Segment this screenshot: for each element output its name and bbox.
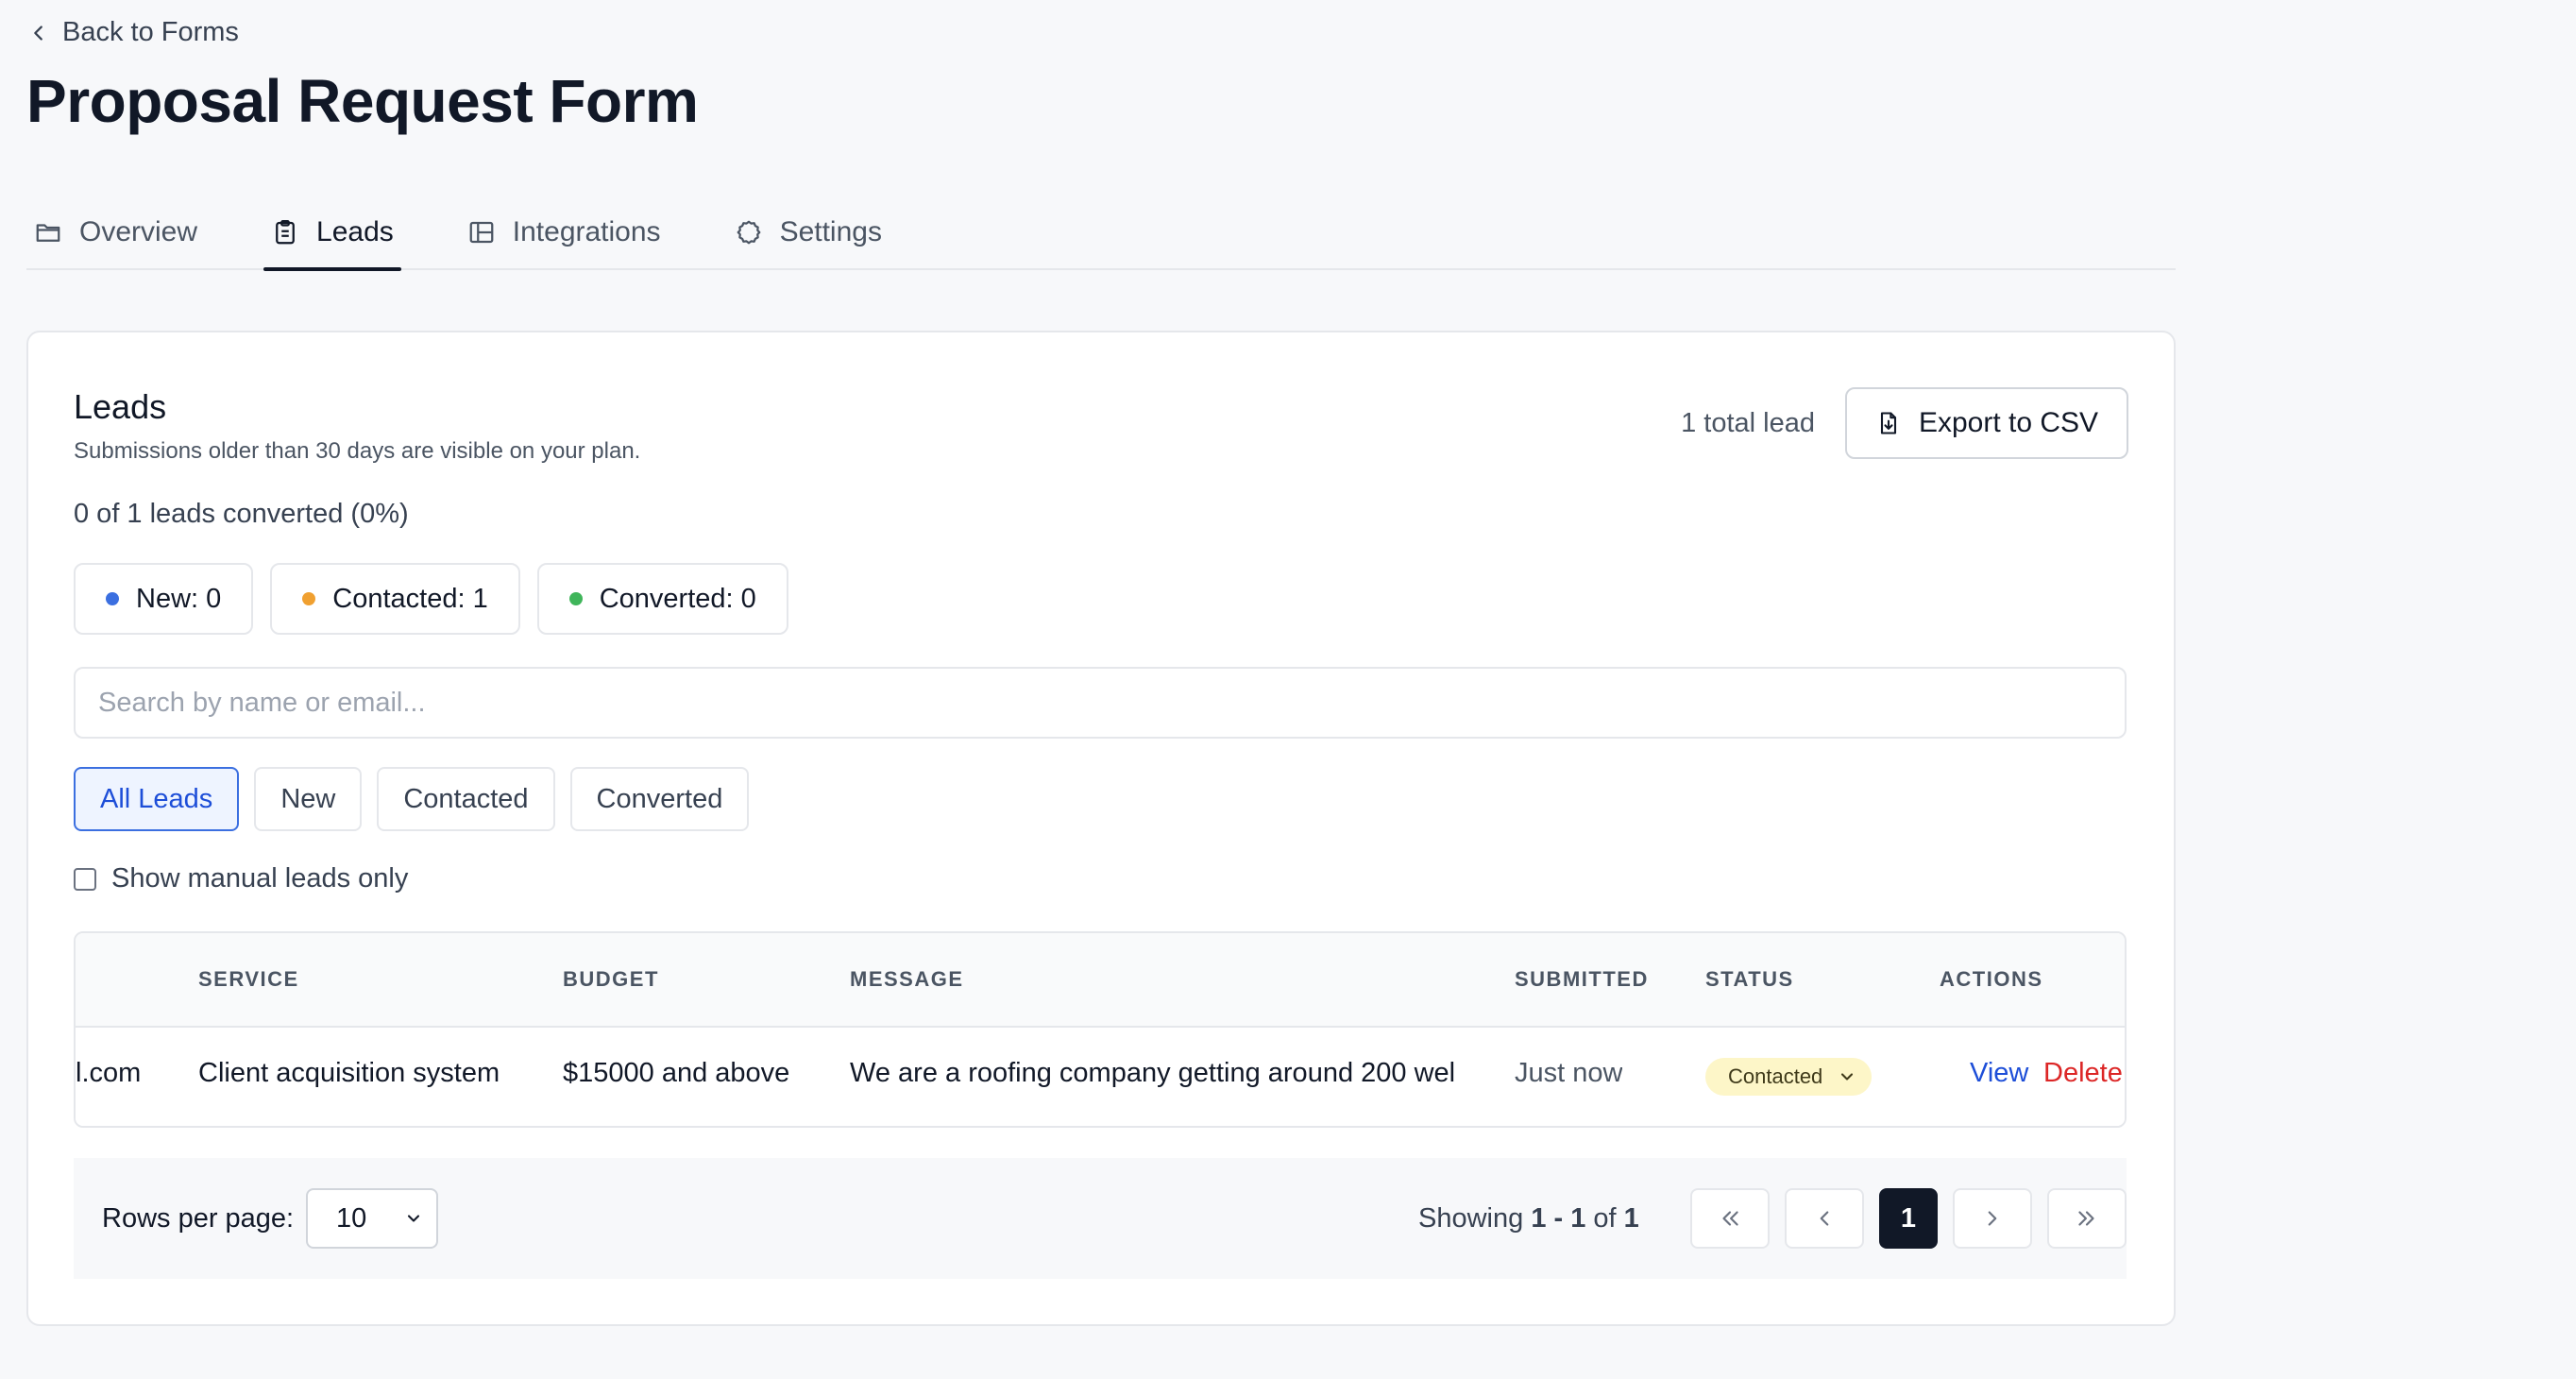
integrations-icon: [469, 221, 494, 244]
chevron-left-icon: [34, 25, 42, 41]
filter-contacted[interactable]: Contacted: [377, 767, 555, 831]
status-count-chips: New: 0 Contacted: 1 Converted: 0: [74, 563, 788, 635]
status-dot-icon: [106, 592, 119, 605]
tab-label: Leads: [316, 216, 394, 247]
status-chip-label: New: 0: [136, 583, 222, 614]
view-lead-link[interactable]: View: [1970, 1058, 2028, 1089]
column-header-budget: BUDGET: [563, 967, 659, 991]
status-dot-icon: [568, 592, 583, 605]
back-to-forms-link[interactable]: Back to Forms: [28, 17, 239, 48]
previous-page-button[interactable]: [1785, 1188, 1864, 1249]
showing-of: of: [1585, 1203, 1624, 1234]
status-dropdown[interactable]: Contacted: [1705, 1058, 1873, 1096]
rows-per-page-select[interactable]: 10: [306, 1188, 438, 1249]
column-header-status: STATUS: [1705, 967, 1794, 991]
first-page-button[interactable]: [1690, 1188, 1770, 1249]
last-page-button[interactable]: [2047, 1188, 2127, 1249]
table-row[interactable]: l.com Client acquisition system $15000 a…: [76, 1028, 2125, 1126]
file-download-icon: [1880, 412, 1897, 434]
leads-table: SERVICE BUDGET MESSAGE SUBMITTED STATUS …: [74, 931, 2127, 1128]
filter-new[interactable]: New: [254, 767, 363, 831]
chevron-down-icon: [407, 1215, 420, 1222]
lead-filter-group: All Leads New Contacted Converted: [74, 767, 750, 831]
chevron-right-icon: [1988, 1211, 1997, 1226]
tab-leads[interactable]: Leads: [263, 196, 401, 271]
tab-overview[interactable]: Overview: [26, 196, 205, 268]
back-link-label: Back to Forms: [62, 17, 239, 47]
clipboard-icon: [276, 220, 295, 245]
manual-leads-checkbox[interactable]: [74, 867, 96, 891]
column-header-service: SERVICE: [198, 967, 299, 991]
column-header-actions: ACTIONS: [1940, 967, 2043, 991]
column-header-submitted: SUBMITTED: [1515, 967, 1649, 991]
filter-converted[interactable]: Converted: [569, 767, 750, 831]
table-header: SERVICE BUDGET MESSAGE SUBMITTED STATUS …: [76, 933, 2125, 1028]
showing-range: 1 - 1: [1531, 1203, 1586, 1234]
column-header-message: MESSAGE: [850, 967, 964, 991]
status-chip-label: Converted: 0: [599, 583, 756, 614]
chevron-down-icon: [1841, 1073, 1854, 1081]
tab-bar: Overview Leads Integrations Settings: [26, 196, 2176, 271]
export-csv-button[interactable]: Export to CSV: [1845, 387, 2128, 459]
cell-message: We are a roofing company getting around …: [850, 1058, 1454, 1088]
status-dot-icon: [302, 592, 316, 605]
showing-range-text: Showing 1 - 1 of 1: [1418, 1203, 1639, 1234]
page-number-button[interactable]: 1: [1879, 1188, 1938, 1249]
tab-label: Integrations: [512, 216, 661, 247]
cell-submitted: Just now: [1515, 1058, 1623, 1088]
filter-all-leads[interactable]: All Leads: [74, 767, 240, 831]
leads-card: Leads Submissions older than 30 days are…: [26, 331, 2176, 1326]
showing-total: 1: [1623, 1203, 1639, 1234]
gear-icon: [737, 220, 760, 245]
page: Back to Forms Proposal Request Form Over…: [0, 0, 2576, 1379]
tab-integrations[interactable]: Integrations: [460, 196, 669, 268]
tab-label: Settings: [779, 216, 882, 247]
total-lead-count: 1 total lead: [1681, 408, 1815, 438]
converted-summary: 0 of 1 leads converted (0%): [74, 499, 409, 529]
cell-budget: $15000 and above: [563, 1058, 790, 1088]
folder-icon: [36, 224, 60, 242]
status-pill-label: Contacted: [1728, 1064, 1823, 1088]
chevron-left-icon: [1820, 1211, 1829, 1226]
chevrons-left-icon: [1722, 1211, 1738, 1226]
search-input[interactable]: [74, 667, 2127, 739]
manual-leads-toggle[interactable]: Show manual leads only: [74, 863, 408, 894]
cell-email: l.com: [76, 1058, 142, 1088]
chevrons-right-icon: [2078, 1211, 2094, 1226]
rows-per-page-label: Rows per page:: [102, 1203, 295, 1234]
showing-prefix: Showing: [1418, 1203, 1532, 1234]
status-chip-new: New: 0: [74, 563, 254, 635]
leads-card-title: Leads: [74, 387, 167, 426]
export-csv-label: Export to CSV: [1918, 407, 2099, 438]
next-page-button[interactable]: [1953, 1188, 2032, 1249]
cell-service: Client acquisition system: [198, 1058, 500, 1088]
leads-card-subtitle: Submissions older than 30 days are visib…: [74, 438, 641, 464]
status-chip-converted: Converted: 0: [536, 563, 788, 635]
tab-settings[interactable]: Settings: [727, 196, 890, 268]
tab-label: Overview: [79, 216, 198, 247]
rows-per-page-value: 10: [336, 1202, 367, 1234]
manual-leads-label: Show manual leads only: [111, 863, 409, 894]
status-chip-contacted: Contacted: 1: [270, 563, 520, 635]
page-title: Proposal Request Form: [26, 67, 699, 135]
delete-lead-link[interactable]: Delete: [2043, 1058, 2123, 1089]
pagination-bar: Rows per page: 10 Showing 1 - 1 of 1 1: [74, 1158, 2127, 1279]
status-chip-label: Contacted: 1: [332, 583, 488, 614]
